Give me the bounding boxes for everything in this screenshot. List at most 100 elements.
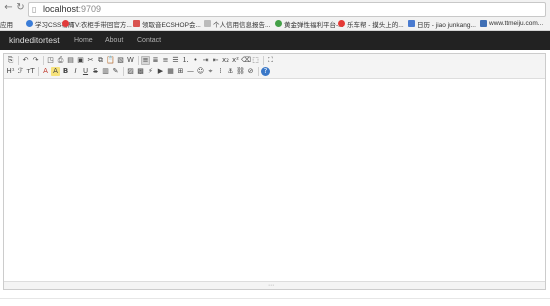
bookmark-favicon-icon bbox=[338, 20, 345, 27]
clear-format-icon[interactable]: ⌫ bbox=[241, 56, 251, 65]
url-input[interactable]: ▯ localhost:9709 bbox=[28, 2, 546, 17]
editor-statusbar: ⋯ bbox=[4, 281, 545, 289]
toolbar-separator bbox=[38, 67, 39, 76]
address-bar-row: ← ↻ ▯ localhost:9709 bbox=[0, 0, 550, 17]
font-size-icon[interactable]: тT bbox=[26, 67, 35, 76]
bookmark-favicon-icon bbox=[62, 20, 69, 27]
nav-about-link[interactable]: About bbox=[105, 31, 123, 50]
redo-icon[interactable]: ↷ bbox=[31, 56, 40, 65]
site-navbar: kindeditortest Home About Contact bbox=[0, 31, 550, 50]
cut-icon[interactable]: ✂ bbox=[86, 56, 95, 65]
bookmark-item[interactable]: 黄金弹性福利平台-... bbox=[275, 17, 344, 30]
paste-word-icon[interactable]: W bbox=[126, 56, 135, 65]
bookmark-favicon-icon bbox=[26, 20, 33, 27]
strikethrough-icon[interactable]: S bbox=[91, 67, 100, 76]
reload-icon[interactable]: ↻ bbox=[15, 2, 26, 14]
underline-icon[interactable]: U bbox=[81, 67, 90, 76]
bookmark-favicon-icon bbox=[408, 20, 415, 27]
font-family-icon[interactable]: ℱ bbox=[16, 67, 25, 76]
insert-file-icon[interactable]: ▦ bbox=[166, 67, 175, 76]
bookmark-label: 乐车帮 - 摸头上的... bbox=[347, 21, 404, 29]
align-left-icon[interactable]: ≡ bbox=[141, 56, 150, 65]
fullscreen-icon[interactable]: ⛶ bbox=[266, 56, 275, 65]
about-icon[interactable]: ? bbox=[261, 67, 270, 76]
code-icon[interactable]: ▣ bbox=[76, 56, 85, 65]
bookmark-item[interactable]: 乐车帮 - 摸头上的... bbox=[338, 17, 404, 30]
outdent-icon[interactable]: ⇤ bbox=[211, 56, 220, 65]
bookmark-favicon-icon bbox=[133, 20, 140, 27]
bookmark-item[interactable]: 个人信用信息报告... bbox=[204, 17, 270, 30]
bookmark-favicon-icon bbox=[480, 20, 487, 27]
image-icon[interactable]: ▨ bbox=[126, 67, 135, 76]
editor-toolbar: ⎘ ↶ ↷ ◳ ⎙ ▤ ▣ ✂ ⧉ 📋 ▧ W ≡ ≣ ≡ ☰ ⒈ • ⇥ ⇤ x₂ x² ⌫ ⬚ ⛶ H¹ ℱтT A A B I U S ▥… bbox=[4, 54, 545, 79]
rich-text-editor: ⎘ ↶ ↷ ◳ ⎙ ▤ ▣ ✂ ⧉ 📋 ▧ W ≡ ≣ ≡ ☰ ⒈ • ⇥ ⇤ x₂ x² ⌫ ⬚ ⛶ H¹ ℱтT A A B I U S ▥… bbox=[3, 53, 546, 290]
bold-icon[interactable]: B bbox=[61, 67, 70, 76]
page-icon: ▯ bbox=[32, 5, 37, 14]
bookmark-label: 日历 - jiao junkang... bbox=[417, 21, 476, 29]
heading-icon[interactable]: H¹ bbox=[6, 67, 15, 76]
copy-icon[interactable]: ⧉ bbox=[96, 56, 105, 65]
bookmark-label: 领取音ECSHOP会... bbox=[142, 21, 201, 29]
resize-handle-icon[interactable]: ⋯ bbox=[268, 282, 274, 289]
editor-content-area[interactable] bbox=[4, 79, 545, 283]
divider bbox=[0, 298, 550, 299]
table-icon[interactable]: ⊞ bbox=[176, 67, 185, 76]
toolbar-separator bbox=[263, 56, 264, 65]
highlight-icon[interactable]: A bbox=[51, 67, 60, 76]
print-icon[interactable]: ⎙ bbox=[56, 56, 65, 65]
ordered-list-icon[interactable]: ⒈ bbox=[181, 56, 190, 65]
indent-icon[interactable]: ⇥ bbox=[201, 56, 210, 65]
toolbar-row-2: H¹ ℱтT A A B I U S ▥ ✎ ▨ ▩ ⚡ ▶ ▦ ⊞ — ☺ ⌖ ⁞ ⚓ ⛓ ⊘? bbox=[6, 66, 271, 77]
toolbar-separator bbox=[18, 56, 19, 65]
page-break-icon[interactable]: ⁞ bbox=[216, 67, 225, 76]
emoticons-icon[interactable]: ☺ bbox=[196, 67, 205, 76]
subscript-icon[interactable]: x₂ bbox=[221, 56, 230, 65]
bookmark-label: 个人信用信息报告... bbox=[213, 21, 271, 29]
anchor-icon[interactable]: ⚓ bbox=[226, 67, 235, 76]
source-icon[interactable]: ⎘ bbox=[6, 56, 15, 65]
bookmark-label: www.ttmeiju.com... bbox=[489, 20, 544, 27]
brand-link[interactable]: kindeditortest bbox=[9, 31, 60, 50]
toolbar-separator bbox=[43, 56, 44, 65]
link-icon[interactable]: ⛓ bbox=[236, 67, 245, 76]
bookmark-item[interactable]: TV:衣柜手带回官方... bbox=[62, 17, 132, 30]
baidu-map-icon[interactable]: ⌖ bbox=[206, 67, 215, 76]
superscript-icon[interactable]: x² bbox=[231, 56, 240, 65]
toolbar-row-1: ⎘ ↶ ↷ ◳ ⎙ ▤ ▣ ✂ ⧉ 📋 ▧ W ≡ ≣ ≡ ☰ ⒈ • ⇥ ⇤ x₂ x² ⌫ ⬚ ⛶ bbox=[6, 55, 276, 66]
bookmark-item[interactable]: 日历 - jiao junkang... bbox=[408, 17, 476, 30]
nav-home-link[interactable]: Home bbox=[74, 31, 93, 50]
flash-icon[interactable]: ⚡ bbox=[146, 67, 155, 76]
paste-icon[interactable]: 📋 bbox=[106, 56, 115, 65]
toolbar-separator bbox=[258, 67, 259, 76]
remove-format-icon[interactable]: ✎ bbox=[111, 67, 120, 76]
bookmark-favicon-icon bbox=[204, 20, 211, 27]
paste-plain-icon[interactable]: ▧ bbox=[116, 56, 125, 65]
font-color-icon[interactable]: A bbox=[41, 67, 50, 76]
undo-icon[interactable]: ↶ bbox=[21, 56, 30, 65]
toolbar-separator bbox=[138, 56, 139, 65]
bookmark-label: TV:衣柜手带回官方... bbox=[71, 21, 132, 29]
template-icon[interactable]: ▤ bbox=[66, 56, 75, 65]
nav-contact-link[interactable]: Contact bbox=[137, 31, 161, 50]
line-height-icon[interactable]: ▥ bbox=[101, 67, 110, 76]
media-icon[interactable]: ▶ bbox=[156, 67, 165, 76]
toolbar-separator bbox=[123, 67, 124, 76]
preview-icon[interactable]: ◳ bbox=[46, 56, 55, 65]
unordered-list-icon[interactable]: • bbox=[191, 56, 200, 65]
bookmark-label: 黄金弹性福利平台-... bbox=[284, 21, 344, 29]
bookmark-item[interactable]: www.ttmeiju.com... bbox=[480, 17, 543, 30]
horizontal-rule-icon[interactable]: — bbox=[186, 67, 195, 76]
bookmark-item[interactable]: 应用 bbox=[0, 17, 13, 30]
italic-icon[interactable]: I bbox=[71, 67, 80, 76]
back-icon[interactable]: ← bbox=[3, 2, 14, 14]
bookmark-label: 应用 bbox=[0, 21, 13, 29]
align-center-icon[interactable]: ≣ bbox=[151, 56, 160, 65]
bookmark-item[interactable]: 领取音ECSHOP会... bbox=[133, 17, 201, 30]
unlink-icon[interactable]: ⊘ bbox=[246, 67, 255, 76]
bookmark-favicon-icon bbox=[275, 20, 282, 27]
multi-image-icon[interactable]: ▩ bbox=[136, 67, 145, 76]
align-justify-icon[interactable]: ☰ bbox=[171, 56, 180, 65]
select-all-icon[interactable]: ⬚ bbox=[251, 56, 260, 65]
bookmarks-bar: 应用 学习CSS布局 TV:衣柜手带回官方... 领取音ECSHOP会... 个人信用信… bbox=[0, 17, 550, 31]
align-right-icon[interactable]: ≡ bbox=[161, 56, 170, 65]
